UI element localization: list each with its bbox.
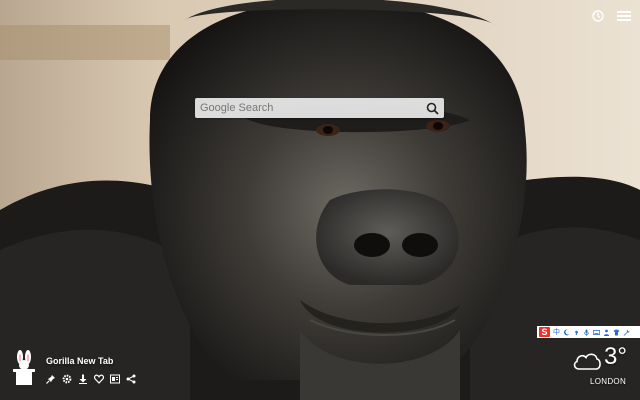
heart-icon[interactable] <box>94 374 104 384</box>
person-icon[interactable] <box>603 329 610 336</box>
weather-temperature: 3° <box>604 343 627 370</box>
cloud-icon <box>572 349 602 376</box>
brand-title[interactable]: Gorilla New Tab <box>46 356 136 366</box>
weather-city: LONDON <box>590 377 627 386</box>
background-image <box>0 0 640 400</box>
moon-icon[interactable] <box>563 328 570 336</box>
search-icon[interactable] <box>423 99 441 117</box>
search-input[interactable] <box>195 99 423 117</box>
toolbar <box>46 374 136 384</box>
download-icon[interactable] <box>78 374 88 384</box>
bunny-hat-logo[interactable] <box>10 350 38 386</box>
menu-icon[interactable] <box>616 8 632 24</box>
mic-icon[interactable] <box>583 329 590 336</box>
wrench-icon[interactable] <box>623 329 630 336</box>
ime-badge[interactable]: S <box>539 327 550 337</box>
brand-area: Gorilla New Tab <box>10 350 136 386</box>
top-right-controls <box>590 8 632 24</box>
pin-icon[interactable] <box>46 374 56 384</box>
weather-widget[interactable]: 3° LONDON <box>570 343 634 391</box>
shirt-icon[interactable] <box>613 329 620 336</box>
layout-icon[interactable] <box>110 374 120 384</box>
punctuation-icon[interactable] <box>573 329 580 336</box>
keyboard-icon[interactable] <box>593 329 600 336</box>
settings-icon[interactable] <box>62 374 72 384</box>
ime-chinese-toggle[interactable]: 中 <box>553 329 560 336</box>
share-icon[interactable] <box>126 374 136 384</box>
search-bar <box>195 98 444 118</box>
ime-toolbar: S 中 <box>537 326 640 338</box>
history-icon[interactable] <box>590 8 606 24</box>
